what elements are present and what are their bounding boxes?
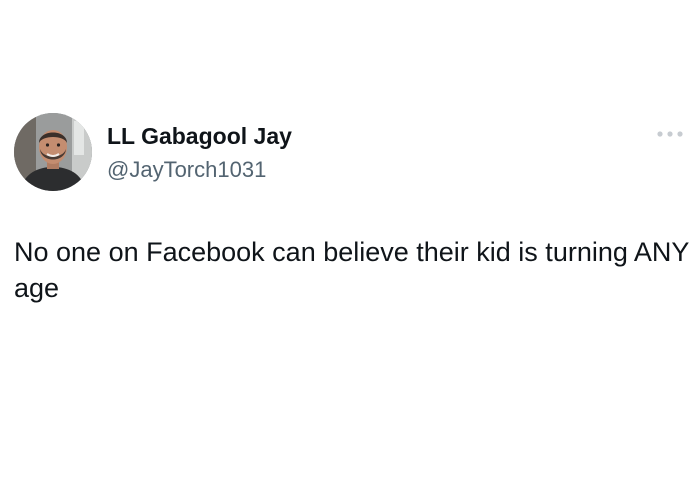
more-horizontal-icon bbox=[657, 131, 683, 137]
avatar[interactable] bbox=[14, 113, 92, 191]
display-name[interactable]: LL Gabagool Jay bbox=[107, 122, 292, 150]
tweet-card: LL Gabagool Jay @JayTorch1031 No one on … bbox=[0, 0, 700, 478]
user-handle[interactable]: @JayTorch1031 bbox=[107, 156, 266, 184]
tweet-text: No one on Facebook can believe their kid… bbox=[14, 237, 689, 303]
profile-photo-icon bbox=[14, 113, 92, 191]
more-options-button[interactable] bbox=[650, 122, 690, 146]
